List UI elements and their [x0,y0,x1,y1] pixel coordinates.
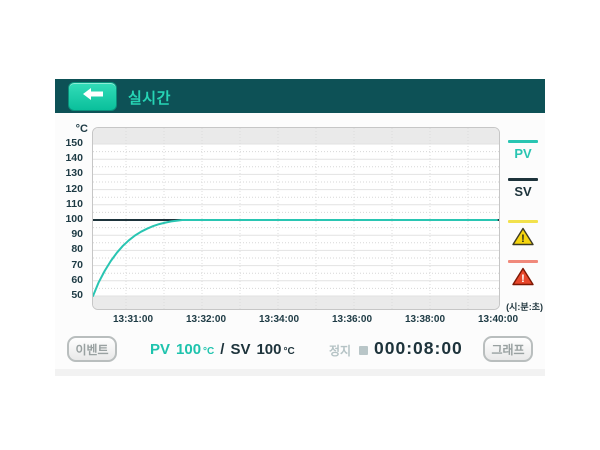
time-format-note: (시:분:초) [506,302,543,312]
header-bar: 실시간 [55,79,545,113]
y-tick-label: 60 [71,273,83,286]
y-axis-tick-labels: 150 140 130 120 110 100 90 80 70 60 50 [40,127,88,310]
x-tick-label: 13:38:00 [404,314,446,325]
trend-chart-svg [93,128,499,309]
pv-sv-readout: PV 100 °C / SV 100 °C [150,341,295,358]
pv-readout-value: 100 [176,341,202,358]
y-tick-label: 150 [65,137,83,149]
sv-readout-value: 100 [256,341,282,358]
elapsed-timer: 000:08:00 [374,338,463,358]
device-screen: 실시간 °C 150 140 130 120 110 100 90 80 70 60 50 13:3… [0,0,600,450]
y-tick-label: 80 [71,243,83,256]
x-tick-label: 13:36:00 [331,314,373,325]
run-status-label: 정지 [329,344,352,358]
page-title: 실시간 [128,90,171,107]
warning-triangle-red-icon: ! [512,267,534,291]
readout-separator: / [220,341,225,358]
graph-button[interactable]: 그래프 [483,336,533,362]
alarm1-legend-line [508,220,538,223]
y-tick-label: 50 [71,289,83,301]
event-button[interactable]: 이벤트 [67,336,117,362]
svg-text:!: ! [521,273,525,285]
y-tick-label: 100 [65,213,83,225]
left-arrow-icon [82,87,104,106]
y-tick-label: 90 [71,228,83,241]
y-tick-label: 70 [71,258,83,271]
y-tick-label: 140 [65,152,83,165]
panel-bottom-strip [55,369,545,376]
alarm2-legend-line [508,260,538,263]
x-tick-label: 13:34:00 [258,314,300,325]
warning-triangle-yellow-icon: ! [512,227,534,251]
x-tick-label: 13:31:00 [112,314,154,325]
sv-readout-label: SV [230,341,251,358]
sv-legend-label: SV [514,184,532,199]
sv-readout-unit: °C [283,346,295,357]
svg-text:!: ! [521,233,525,245]
trend-chart [92,127,500,310]
pv-readout-label: PV [150,341,171,358]
x-tick-label: 13:40:00 [477,314,519,325]
y-tick-label: 110 [66,197,83,210]
pv-legend-line [508,140,538,143]
stop-square-icon [359,346,368,355]
pv-legend-label: PV [514,146,532,161]
sv-legend-line [508,178,538,181]
back-button[interactable] [68,82,117,111]
y-tick-label: 130 [65,167,83,180]
y-tick-label: 120 [65,182,83,195]
x-axis-tick-labels: 13:31:00 13:32:00 13:34:00 13:36:00 13:38:00… [92,314,518,328]
pv-readout-unit: °C [203,346,215,357]
x-tick-label: 13:32:00 [185,314,227,325]
